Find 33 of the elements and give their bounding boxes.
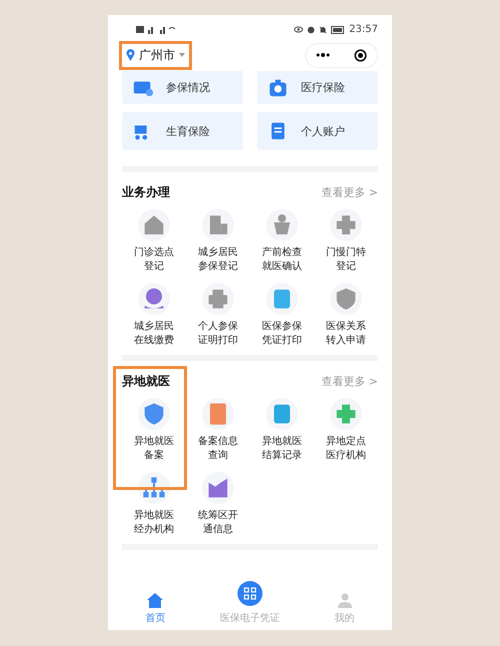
service-item[interactable]: 产前检查 就医确认: [250, 209, 314, 273]
status-time: 23:57: [349, 24, 378, 35]
city-selector[interactable]: 广州市: [122, 44, 189, 66]
tab-item[interactable]: 首页: [110, 580, 200, 626]
service-item[interactable]: 城乡居民 在线缴费: [122, 283, 186, 347]
section-title: 异地就医: [122, 373, 170, 390]
user-icon: [338, 593, 352, 608]
service-item[interactable]: 备案信息 查询: [186, 398, 250, 462]
quick-card[interactable]: 个人账户: [257, 112, 378, 150]
home-icon: [147, 593, 164, 608]
service-item[interactable]: 异地就医 经办机构: [122, 472, 186, 536]
quick-card[interactable]: 参保情况: [122, 71, 243, 104]
battery-icon: [331, 26, 346, 34]
eye-icon: [294, 26, 304, 33]
location-pin-icon: [126, 49, 135, 61]
city-name: 广州市: [139, 46, 175, 64]
quick-card[interactable]: 生育保险: [122, 112, 243, 150]
quick-card[interactable]: 医疗保险: [257, 71, 378, 104]
section-title: 业务办理: [122, 184, 170, 201]
service-item[interactable]: 门诊选点 登记: [122, 209, 186, 273]
signal-icon: [136, 25, 176, 34]
service-item[interactable]: 医保关系 转入申请: [314, 283, 378, 347]
service-item[interactable]: 统筹区开 通信息: [186, 472, 250, 536]
service-item[interactable]: 城乡居民 参保登记: [186, 209, 250, 273]
service-item[interactable]: 个人参保 证明打印: [186, 283, 250, 347]
service-item[interactable]: 异地就医 结算记录: [250, 398, 314, 462]
service-item[interactable]: 医保参保 凭证打印: [250, 283, 314, 347]
caret-icon: [179, 53, 185, 57]
service-item[interactable]: 门慢门特 登记: [314, 209, 378, 273]
service-item[interactable]: 异地定点 医疗机构: [314, 398, 378, 462]
service-item[interactable]: 异地就医 备案: [122, 398, 186, 462]
close-icon[interactable]: [354, 48, 367, 62]
more-icon[interactable]: [316, 53, 330, 57]
